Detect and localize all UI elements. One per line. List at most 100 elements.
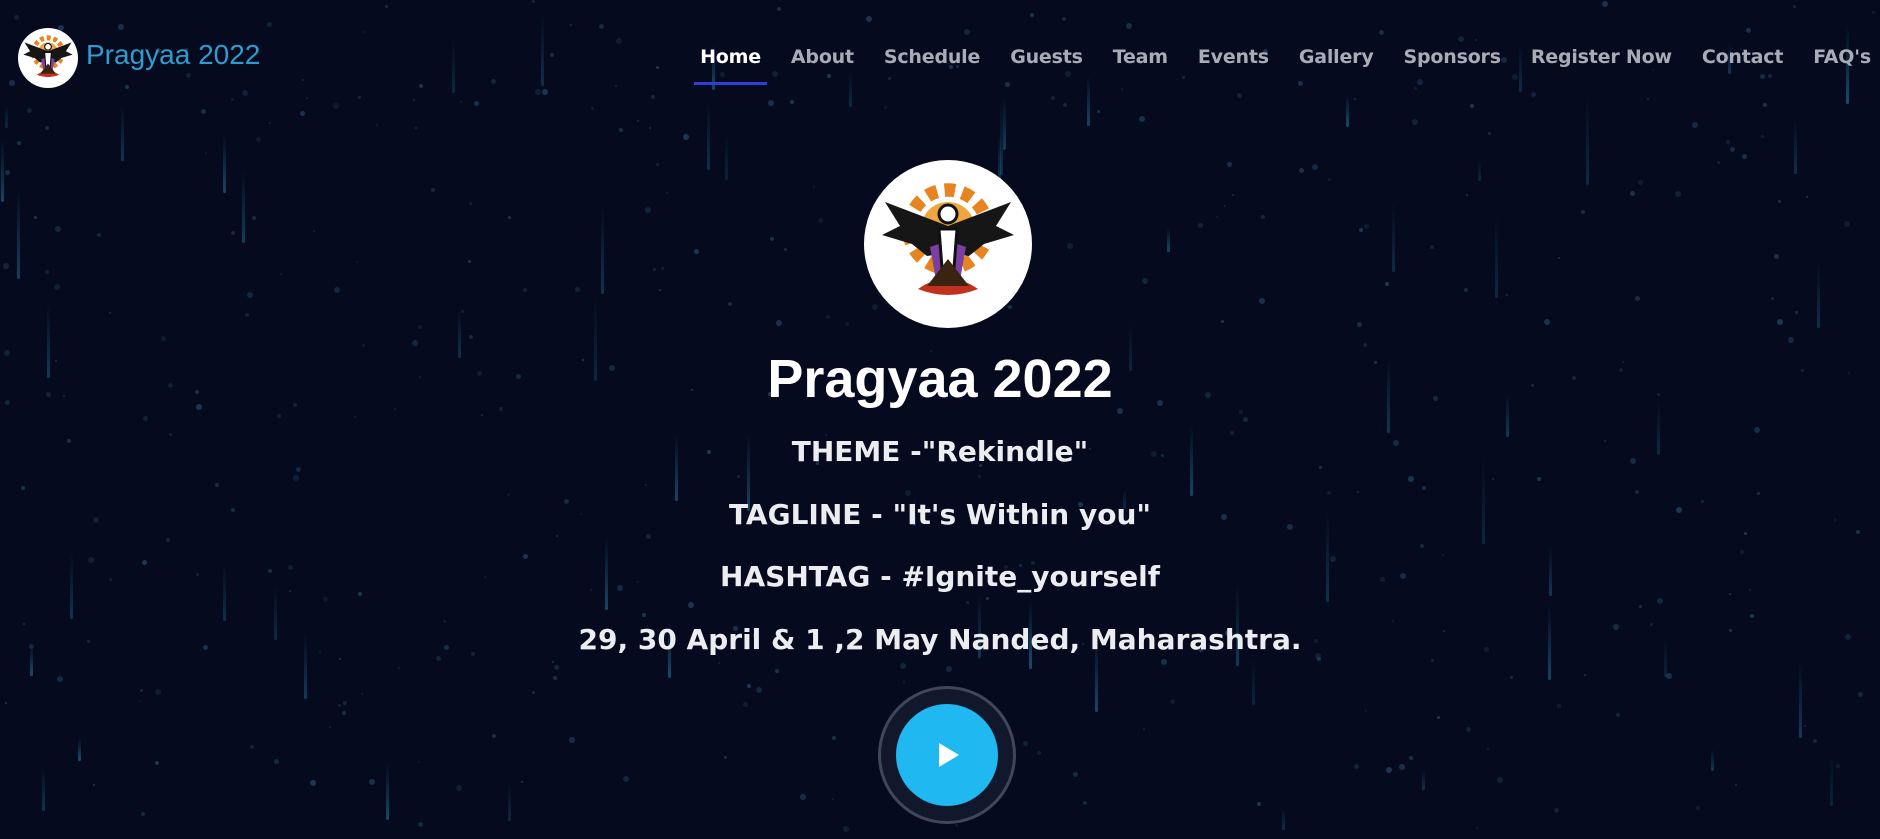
background-dot — [361, 693, 363, 695]
nav-contact[interactable]: Contact — [1702, 46, 1784, 68]
background-dot — [1170, 699, 1175, 704]
background-dot — [688, 602, 694, 608]
background-streak — [1167, 228, 1170, 252]
background-dot — [456, 785, 462, 791]
background-dot — [269, 122, 271, 124]
background-dot — [398, 667, 400, 669]
background-dot — [166, 538, 170, 542]
nav-guests[interactable]: Guests — [1010, 46, 1083, 68]
background-dot — [694, 249, 699, 254]
background-dot — [1143, 728, 1145, 730]
background-streak — [386, 764, 389, 820]
background-streak — [1586, 98, 1589, 185]
background-dot — [1386, 767, 1392, 773]
background-dot — [554, 665, 559, 670]
background-dot — [1385, 282, 1389, 286]
nav-schedule[interactable]: Schedule — [884, 46, 980, 68]
background-dot — [17, 141, 21, 145]
background-dot — [1730, 147, 1735, 152]
background-dot — [280, 273, 282, 275]
background-dot — [215, 483, 219, 487]
background-dot — [1584, 674, 1586, 676]
background-dot — [57, 676, 63, 682]
background-dot — [1354, 764, 1359, 769]
background-dot — [245, 313, 249, 317]
brand-title: Pragyaa 2022 — [86, 39, 261, 70]
background-dot — [247, 292, 253, 298]
background-dot — [1544, 319, 1550, 325]
background-streak — [223, 135, 226, 193]
play-video-button[interactable] — [896, 704, 998, 806]
background-dot — [556, 535, 558, 537]
background-dot — [1487, 748, 1489, 750]
background-dot — [1259, 298, 1265, 304]
background-dot — [1083, 801, 1087, 805]
background-dot — [418, 822, 423, 827]
nav-about[interactable]: About — [791, 46, 854, 68]
background-dot — [1097, 110, 1100, 113]
background-dot — [645, 207, 651, 213]
background-dot — [468, 260, 471, 263]
background-dot — [97, 233, 101, 237]
background-dot — [141, 812, 145, 816]
background-streak — [1478, 161, 1481, 181]
background-dot — [591, 107, 594, 110]
nav-gallery[interactable]: Gallery — [1299, 46, 1374, 68]
background-dot — [415, 127, 417, 129]
background-dot — [1476, 827, 1478, 829]
nav-sponsors[interactable]: Sponsors — [1404, 46, 1502, 68]
nav-faqs[interactable]: FAQ's — [1813, 46, 1871, 68]
background-dot — [1466, 727, 1471, 732]
background-dot — [1804, 725, 1806, 727]
background-dot — [356, 261, 358, 263]
background-dot — [1466, 194, 1468, 196]
background-dot — [231, 231, 235, 235]
background-dot — [1420, 544, 1424, 548]
hero-tagline: TAGLINE - "It's Within you" — [729, 498, 1151, 531]
nav-home[interactable]: Home — [694, 46, 767, 85]
background-dot — [1806, 196, 1808, 198]
background-dot — [507, 493, 510, 496]
background-dot — [1778, 200, 1781, 203]
background-dot — [569, 737, 575, 743]
background-dot — [784, 248, 787, 251]
background-streak — [1422, 770, 1425, 790]
background-dot — [775, 669, 779, 673]
background-dot — [790, 100, 794, 104]
background-dot — [342, 711, 346, 715]
background-dot — [1742, 154, 1747, 159]
background-dot — [1327, 491, 1331, 495]
background-dot — [1239, 410, 1243, 414]
background-dot — [1224, 205, 1226, 207]
brand-link[interactable]: Pragyaa 2022 — [18, 28, 260, 88]
background-dot — [338, 704, 341, 707]
background-dot — [376, 124, 378, 126]
hero-date-location: 29, 30 April & 1 ,2 May Nanded, Maharash… — [578, 623, 1302, 656]
background-dot — [1771, 297, 1774, 300]
background-dot — [140, 689, 143, 692]
background-dot — [724, 756, 727, 759]
background-dot — [34, 216, 37, 219]
background-dot — [656, 163, 659, 166]
background-dot — [469, 202, 472, 205]
background-dot — [1359, 228, 1363, 232]
background-dot — [418, 761, 420, 763]
nav-register-now[interactable]: Register Now — [1531, 46, 1672, 68]
background-dot — [1510, 676, 1513, 679]
background-dot — [54, 284, 60, 290]
background-dot — [1216, 216, 1218, 218]
background-dot — [642, 613, 646, 617]
background-dot — [966, 601, 969, 604]
background-dot — [1261, 215, 1265, 219]
background-dot — [418, 325, 422, 329]
background-dot — [646, 534, 651, 539]
nav-events[interactable]: Events — [1198, 46, 1269, 68]
background-dot — [649, 127, 651, 129]
background-dot — [900, 663, 906, 669]
background-dot — [1232, 194, 1234, 196]
background-dot — [201, 109, 206, 114]
nav-team[interactable]: Team — [1113, 46, 1168, 68]
background-dot — [1813, 739, 1817, 743]
background-dot — [412, 340, 418, 346]
background-dot — [523, 288, 527, 292]
